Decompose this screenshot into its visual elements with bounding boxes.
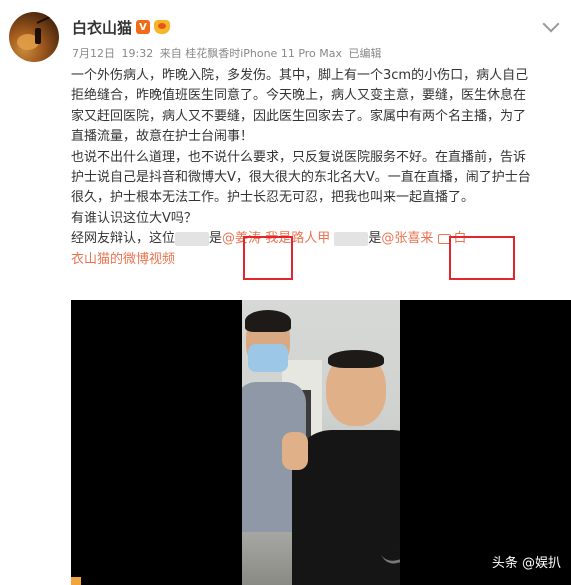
content-text: 是	[209, 231, 223, 247]
content-line: 护士说自己是抖音和微博大V，很大很大的东北名大V。一直在直播，闹了护士台	[71, 170, 531, 186]
post-edited[interactable]: 已编辑	[349, 47, 382, 60]
blurred-name	[334, 231, 369, 246]
user-avatar[interactable]	[9, 12, 59, 62]
member-badge-icon[interactable]	[154, 20, 171, 34]
content-text: 是	[368, 231, 382, 247]
content-line-mentions: 经网友辩认，这位 是@姜涛 我是路人甲 是@张喜来 白	[71, 229, 567, 249]
post-date[interactable]: 7月12日	[72, 47, 115, 60]
post-content: 一个外伤病人，昨晚入院，多发伤。其中，脚上有一个3cm的小伤口，病人自己 拒绝缝…	[71, 66, 567, 270]
blurred-name	[175, 231, 210, 246]
video-person-streamer	[292, 350, 400, 585]
content-line: 直播流量，故意在护士台闹事！	[71, 129, 254, 145]
post-time[interactable]: 19:32	[122, 47, 154, 60]
video-icon	[437, 233, 451, 244]
content-line: 很久，护士根本无法工作。护士长忍无可忍，把我也叫来一起直播了。	[71, 190, 475, 206]
avatar-fishing-rod	[36, 12, 58, 24]
post-source: 来自 桂花飘香时iPhone 11 Pro Max	[159, 47, 343, 60]
video-link-continued[interactable]: 衣山猫的微博视频	[71, 250, 567, 270]
content-text: 经网友辩认，这位	[71, 231, 176, 247]
video-link-text[interactable]: 白	[454, 231, 467, 246]
mention-lurenjia[interactable]: 我是路人甲	[265, 231, 330, 246]
weibo-post: 白衣山猫 V 7月12日 19:32 来自 桂花飘香时iPhone 11 Pro…	[0, 0, 571, 585]
avatar-figure	[35, 28, 41, 44]
video-player[interactable]: 头条 @娱扒	[71, 300, 571, 585]
watermark-text: 头条 @娱扒	[491, 556, 561, 571]
content-line: 家又赶回医院，病人又不要缝，因此医生回家去了。家属中有两个名主播，为了	[71, 108, 527, 124]
user-name[interactable]: 白衣山猫	[72, 17, 132, 38]
content-line: 也说不出什么道理，也不说什么要求，只反复说医院服务不好。在直播前，告诉	[71, 149, 527, 165]
content-line: 拒绝缝合，昨晚值班医生同意了。今天晚上，病人又变主意，要缝，医生休息在	[71, 88, 527, 104]
content-line: 有谁认识这位大V吗？	[71, 210, 197, 226]
content-line: 一个外伤病人，昨晚入院，多发伤。其中，脚上有一个3cm的小伤口，病人自己	[71, 68, 529, 83]
video-frame	[242, 300, 400, 585]
video-link[interactable]: 白	[437, 231, 467, 246]
post-meta: 7月12日 19:32 来自 桂花飘香时iPhone 11 Pro Max 已编…	[72, 45, 385, 61]
mention-jiangtao[interactable]: @姜涛	[222, 231, 261, 246]
video-hand	[282, 432, 308, 470]
video-progress-marker	[71, 577, 81, 585]
vip-badge-icon[interactable]: V	[136, 20, 151, 34]
user-name-row: 白衣山猫 V	[72, 16, 171, 38]
mention-zhangxilai[interactable]: @张喜来	[381, 231, 433, 246]
chevron-down-icon[interactable]	[542, 15, 560, 33]
